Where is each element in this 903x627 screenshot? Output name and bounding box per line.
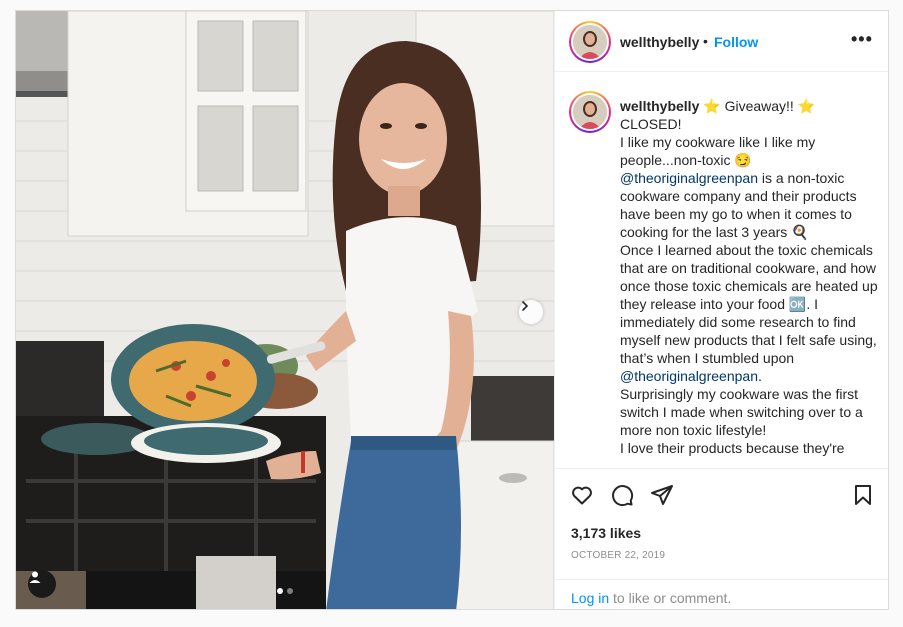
caption-line-1: Giveaway!! [724,98,794,114]
caption-text: wellthybelly ⭐ Giveaway!! ⭐ CLOSED! I li… [620,97,882,457]
post-header: wellthybelly • Follow ••• [555,11,888,72]
caption-line-7: Surprisingly my cookware was the first s… [620,386,863,438]
caption-line-3: I like my cookware like I like my people… [620,134,816,168]
mention-link[interactable]: @theoriginalgreenpan [620,170,758,186]
follow-button[interactable]: Follow [714,34,758,50]
search-emoji: 🍳 [791,224,809,240]
mention-link-2[interactable]: @theoriginalgreenpan [620,368,758,384]
caption-username[interactable]: wellthybelly [620,98,699,114]
heart-icon[interactable] [570,483,594,507]
chevron-right-icon [522,301,529,311]
separator-dot: • [703,33,708,49]
avatar[interactable] [569,21,611,63]
instagram-post: wellthybelly • Follow ••• wellthybelly ⭐… [15,10,889,610]
smirk-emoji: 😏 [734,152,752,168]
login-prompt: Log in to like or comment. [555,579,888,609]
avatar-image [573,95,607,129]
carousel-dot [287,588,293,594]
post-actions: 3,173 likes OCTOBER 22, 2019 Log in to l… [555,468,888,609]
user-tag-icon [29,571,41,583]
carousel-dot-active [277,588,283,594]
bookmark-icon[interactable] [851,483,875,507]
login-link[interactable]: Log in [571,590,609,606]
gif-emoji: 🆗 [788,296,807,312]
more-options-icon[interactable]: ••• [851,30,873,48]
caption-line-2: CLOSED! [620,116,682,132]
star-emoji: ⭐ [703,98,721,114]
photo-illustration [16,11,554,609]
next-photo-button[interactable] [519,300,543,324]
post-photo[interactable] [16,11,554,609]
post-username[interactable]: wellthybelly [620,34,699,50]
avatar-image [573,25,607,59]
likes-count[interactable]: 3,173 likes [571,525,641,541]
carousel-indicator [277,588,293,594]
caption-line-5: Once I learned about the toxic chemicals… [620,242,878,312]
caption-line-8: I love their products because they're [620,440,845,456]
comment-icon[interactable] [610,483,634,507]
post-date[interactable]: OCTOBER 22, 2019 [571,550,665,561]
star-emoji: ⭐ [797,98,816,114]
caption-section: wellthybelly ⭐ Giveaway!! ⭐ CLOSED! I li… [555,73,888,466]
caption-avatar[interactable] [569,91,611,133]
post-side-panel: wellthybelly • Follow ••• wellthybelly ⭐… [554,11,888,609]
login-prompt-text: to like or comment. [609,590,732,606]
share-icon[interactable] [650,483,674,507]
tagged-users-button[interactable] [28,570,56,598]
